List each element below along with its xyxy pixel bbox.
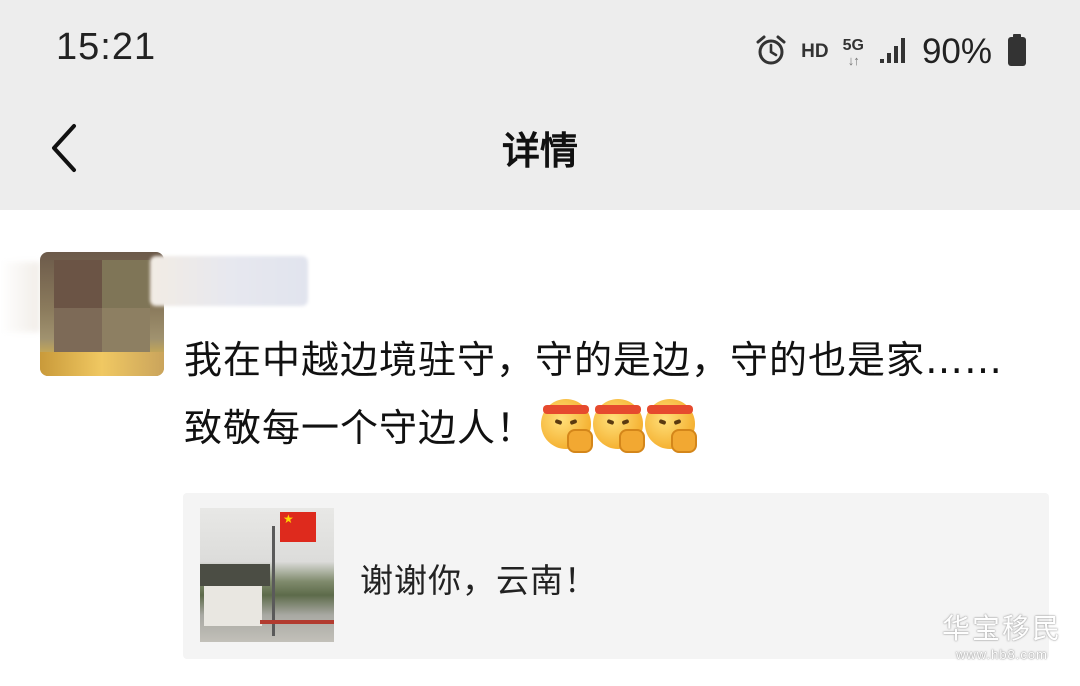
signal-icon bbox=[878, 35, 908, 69]
status-bar: 15:21 HD 5G ↓↑ 90% bbox=[0, 0, 1080, 100]
card-title: 谢谢你，云南！ bbox=[360, 561, 598, 600]
status-time: 15:21 bbox=[56, 26, 157, 68]
network-label: 5G bbox=[842, 36, 864, 54]
battery-percent: 90% bbox=[921, 32, 992, 71]
status-icons: HD 5G ↓↑ 90% bbox=[755, 30, 1028, 74]
flag-icon bbox=[280, 512, 316, 542]
post-content: 我在中越边境驻守，守的是边，守的也是家……致敬每一个守边人！ bbox=[184, 326, 1004, 462]
5g-icon: 5G ↓↑ bbox=[842, 36, 864, 68]
emoji-group bbox=[541, 399, 698, 453]
alarm-icon bbox=[755, 34, 787, 70]
username-blurred[interactable] bbox=[150, 256, 308, 306]
determined-emoji bbox=[593, 399, 646, 453]
hd-icon: HD bbox=[801, 41, 829, 62]
avatar[interactable] bbox=[40, 252, 164, 376]
watermark: 华宝移民 www.hb8.com bbox=[942, 607, 1062, 662]
network-arrows: ↓↑ bbox=[847, 52, 860, 68]
page-title: 详情 bbox=[501, 129, 578, 173]
determined-emoji bbox=[645, 399, 698, 453]
blurred-region bbox=[0, 262, 40, 332]
watermark-url: www.hb8.com bbox=[956, 647, 1048, 662]
card-thumbnail bbox=[200, 508, 334, 642]
nav-bar: 详情 bbox=[0, 100, 1080, 210]
battery-icon bbox=[1006, 33, 1028, 71]
shared-link-card[interactable]: 谢谢你，云南！ bbox=[183, 493, 1049, 659]
determined-emoji bbox=[541, 399, 594, 453]
watermark-text: 华宝移民 bbox=[941, 612, 1062, 645]
